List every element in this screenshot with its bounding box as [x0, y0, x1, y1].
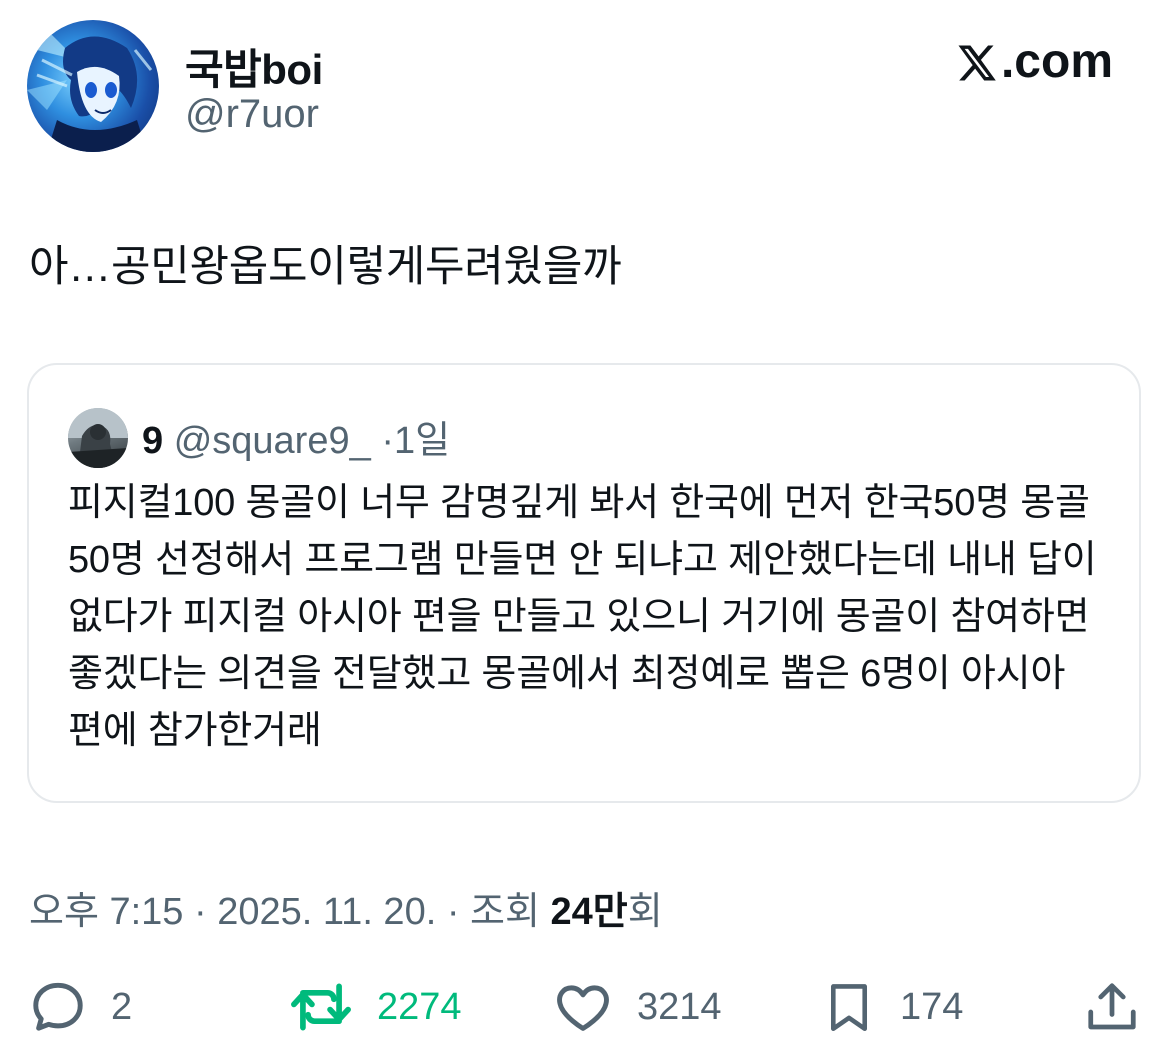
timestamp-separator: · [446, 891, 460, 933]
bookmark-button[interactable]: 174 [820, 975, 963, 1039]
tweet-action-bar: 2 2274 3214 174 [0, 975, 1170, 1039]
quote-author-avatar[interactable] [68, 408, 128, 468]
quote-author-name[interactable]: 9 [142, 420, 163, 462]
reply-icon [33, 982, 83, 1031]
quote-author-handle[interactable]: @square9_ [174, 420, 371, 462]
tweet-date[interactable]: 2025. 11. 20. [217, 891, 436, 933]
x-brand: .com [955, 34, 1113, 89]
quote-time: 1일 [393, 420, 451, 462]
like-button[interactable]: 3214 [551, 975, 722, 1039]
retweet-count: 2274 [377, 985, 462, 1028]
views-suffix: 회 [627, 891, 663, 933]
like-icon [557, 985, 609, 1031]
bookmark-count: 174 [900, 985, 964, 1028]
tweet-time[interactable]: 오후 7:15 [29, 891, 183, 933]
reply-button[interactable]: 2 [27, 975, 132, 1039]
tweet-text: 아…공민왕옵도이렇게두려웠을까 [29, 243, 622, 291]
share-icon [1088, 983, 1136, 1030]
retweet-button[interactable]: 2274 [287, 975, 462, 1039]
bookmark-icon [830, 984, 868, 1032]
quote-separator: · [381, 420, 394, 462]
views-prefix: 조회 [470, 891, 540, 933]
author-handle[interactable]: @r7uor [185, 92, 319, 137]
author-display-name[interactable]: 국밥boi [185, 36, 323, 97]
like-count: 3214 [637, 985, 722, 1028]
tweet-timestamp-line: 오후 7:15 · 2025. 11. 20. · 조회 24만회 [29, 880, 663, 935]
retweet-icon [291, 983, 351, 1031]
author-avatar[interactable] [27, 20, 159, 152]
share-button[interactable] [1082, 975, 1142, 1039]
quote-avatar-illustration [68, 408, 128, 468]
quoted-tweet-card[interactable]: 9 @square9_ ·1일 피지컬100 몽골이 너무 감명깊게 봐서 한국… [27, 363, 1141, 803]
views-count: 24만 [550, 891, 628, 933]
quote-body-text: 피지컬100 몽골이 너무 감명깊게 봐서 한국에 먼저 한국50명 몽골50명… [68, 482, 1097, 752]
timestamp-separator: · [194, 891, 207, 933]
reply-count: 2 [111, 985, 133, 1028]
avatar-illustration [27, 30, 153, 152]
quote-meta: 9 @square9_ ·1일 [142, 409, 450, 464]
brand-label: .com [1000, 35, 1113, 88]
x-logo-icon [955, 41, 997, 83]
